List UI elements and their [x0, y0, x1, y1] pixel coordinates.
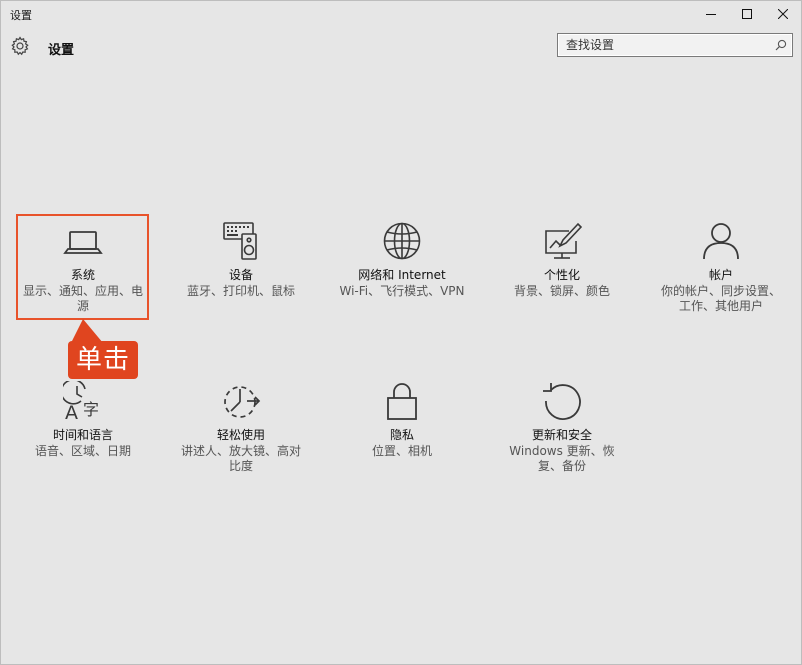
svg-text:字: 字: [83, 400, 99, 419]
category-title: 隐私: [389, 428, 414, 442]
category-accounts[interactable]: 帐户 你的帐户、同步设置、工作、其他用户: [655, 215, 787, 319]
search-box[interactable]: [557, 33, 793, 57]
ease-of-access-icon: [221, 381, 261, 421]
lock-icon: [382, 381, 422, 421]
settings-header: 设置: [1, 27, 801, 67]
category-title: 个性化: [543, 268, 580, 282]
title-bar[interactable]: 设置: [1, 1, 801, 27]
keyboard-speaker-icon: [221, 221, 261, 261]
gear-icon: [10, 36, 30, 60]
category-title: 帐户: [708, 268, 733, 282]
category-description: Wi-Fi、飞行模式、VPN: [339, 284, 465, 298]
category-devices[interactable]: 设备 蓝牙、打印机、鼠标: [175, 215, 307, 319]
category-update-security[interactable]: 更新和安全 Windows 更新、恢复、备份: [496, 375, 628, 479]
maximize-button[interactable]: [729, 1, 765, 27]
category-title: 网络和 Internet: [358, 268, 446, 282]
globe-icon: [382, 221, 422, 261]
window-title: 设置: [10, 9, 32, 22]
minimize-icon: [706, 14, 716, 15]
category-description: Windows 更新、恢复、备份: [509, 444, 615, 473]
annotation-callout: 单击: [68, 341, 138, 379]
category-description: 讲述人、放大镜、高对比度: [180, 444, 301, 473]
category-description: 背景、锁屏、颜色: [513, 284, 610, 298]
close-icon: [778, 9, 788, 19]
annotation-highlight-box: [16, 214, 149, 320]
category-title: 更新和安全: [531, 428, 592, 442]
maximize-icon: [742, 9, 752, 19]
category-title: 时间和语言: [52, 428, 113, 442]
category-title: 轻松使用: [216, 428, 265, 442]
category-title: 设备: [228, 268, 253, 282]
close-button[interactable]: [765, 1, 801, 27]
time-language-icon: A 字: [63, 381, 103, 421]
category-network-internet[interactable]: 网络和 Internet Wi-Fi、飞行模式、VPN: [336, 215, 468, 319]
paint-icon: [542, 221, 582, 261]
category-privacy[interactable]: 隐私 位置、相机: [336, 375, 468, 479]
category-ease-of-access[interactable]: 轻松使用 讲述人、放大镜、高对比度: [175, 375, 307, 479]
search-icon[interactable]: [775, 39, 787, 51]
category-time-language[interactable]: A 字 时间和语言 语音、区域、日期: [17, 375, 149, 479]
category-personalization[interactable]: 个性化 背景、锁屏、颜色: [496, 215, 628, 319]
page-title: 设置: [48, 43, 75, 58]
svg-text:A: A: [65, 402, 78, 421]
minimize-button[interactable]: [693, 1, 729, 27]
search-input[interactable]: [558, 34, 776, 56]
category-description: 语音、区域、日期: [34, 444, 131, 458]
category-description: 位置、相机: [371, 444, 432, 458]
settings-window: 设置 设置 查找设置 系统 显示、通知、应用、电源 设备 蓝牙、打印机、鼠标 网…: [0, 0, 802, 665]
update-icon: [542, 381, 582, 421]
category-description: 你的帐户、同步设置、工作、其他用户: [660, 284, 781, 313]
person-icon: [701, 221, 741, 261]
category-description: 蓝牙、打印机、鼠标: [186, 284, 295, 298]
